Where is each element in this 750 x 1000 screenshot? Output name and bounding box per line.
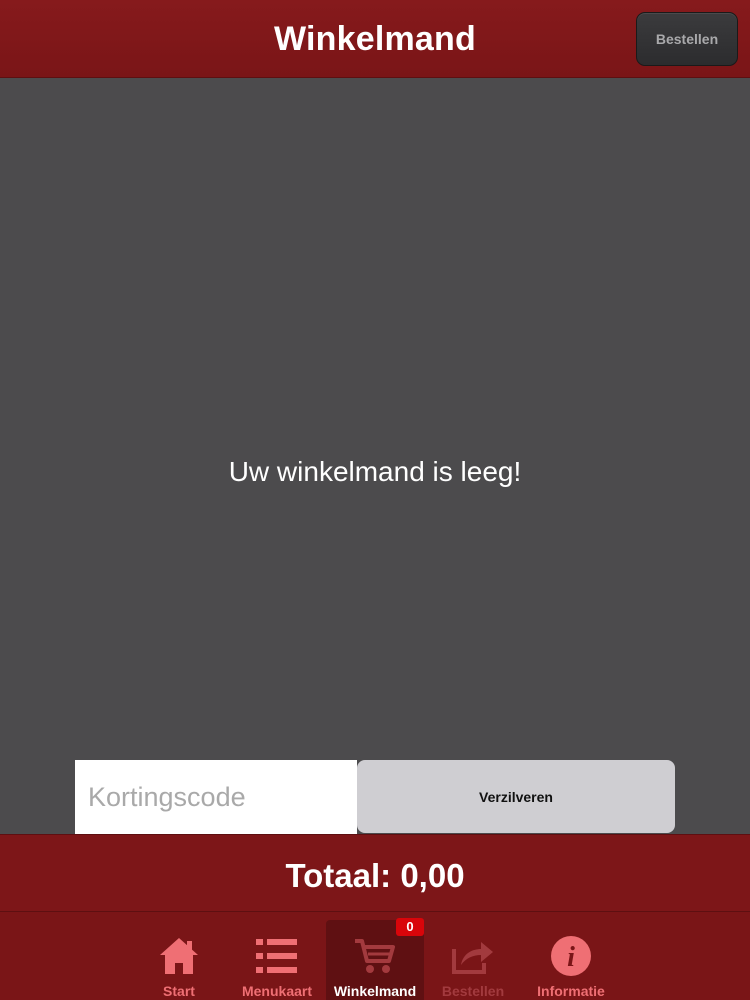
cart-content: Uw winkelmand is leeg! (0, 78, 750, 760)
tab-label: Winkelmand (333, 983, 417, 999)
tab-menukaart[interactable]: Menukaart (228, 920, 326, 1000)
total-bar: Totaal: 0,00 (0, 834, 750, 912)
tab-bar: Start Menukaart 0 Winkelmand Bestellen i… (0, 912, 750, 1000)
tab-winkelmand[interactable]: 0 Winkelmand (326, 918, 424, 1000)
tab-informatie[interactable]: i Informatie (522, 920, 620, 1000)
share-icon (424, 934, 522, 978)
total-amount: Totaal: 0,00 (285, 857, 465, 894)
tab-bestellen[interactable]: Bestellen (424, 920, 522, 1000)
tab-label: Informatie (537, 983, 605, 999)
tab-label: Menukaart (241, 983, 313, 999)
list-icon (228, 934, 326, 978)
coupon-row: Verzilveren (75, 760, 675, 834)
home-icon (130, 934, 228, 978)
app-window: Winkelmand Bestellen Uw winkelmand is le… (0, 0, 750, 1000)
empty-cart-message: Uw winkelmand is leeg! (228, 456, 522, 487)
header-bar: Winkelmand Bestellen (0, 0, 750, 78)
redeem-button[interactable]: Verzilveren (357, 760, 675, 833)
tab-label: Bestellen (441, 983, 505, 999)
tab-start[interactable]: Start (130, 920, 228, 1000)
svg-text:i: i (567, 942, 575, 973)
order-button[interactable]: Bestellen (636, 12, 738, 66)
info-icon: i (522, 934, 620, 978)
tab-label: Start (163, 983, 195, 999)
cart-icon (326, 934, 424, 978)
coupon-code-input[interactable] (75, 760, 357, 834)
